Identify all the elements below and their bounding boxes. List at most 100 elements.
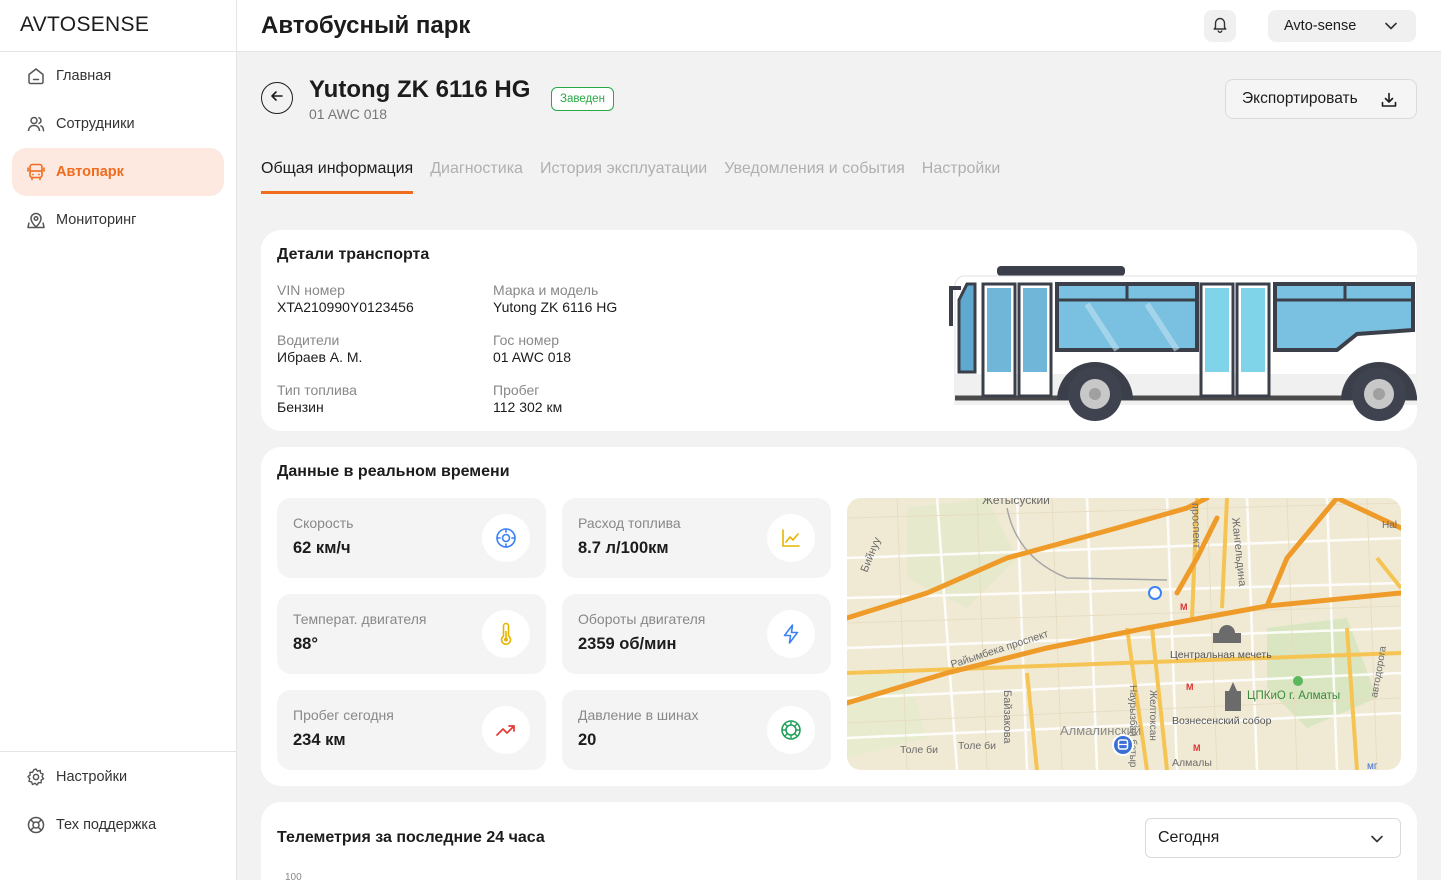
metric-speed: Скорость 62 км/ч: [277, 498, 546, 578]
lifebuoy-icon: [26, 815, 46, 835]
sidebar-item-employees[interactable]: Сотрудники: [12, 100, 224, 148]
metric-value: 2359 об/мин: [578, 635, 677, 653]
realtime-title: Данные в реальном времени: [277, 463, 510, 480]
sidebar: AVTOSENSE Главная Сотрудники Автопарк Мо…: [0, 0, 237, 880]
account-name: Avto-sense: [1284, 18, 1357, 34]
field-value: Ибраев А. М.: [277, 349, 363, 365]
notifications-button[interactable]: [1204, 10, 1236, 42]
sidebar-bottom-nav: Настройки Тех поддержка: [0, 751, 236, 849]
details-title: Детали транспорта: [277, 246, 430, 263]
vehicle-title: Yutong ZK 6116 HG: [309, 76, 531, 103]
sidebar-item-fleet[interactable]: Автопарк: [12, 148, 224, 196]
bus-icon: [26, 162, 46, 182]
tab-settings[interactable]: Настройки: [922, 160, 1000, 194]
map-label: ЦПКиО г. Алматы: [1247, 690, 1340, 702]
download-icon: [1380, 91, 1398, 114]
field-vin: VIN номер XTA210990Y0123456: [277, 282, 414, 315]
field-value: Бензин: [277, 399, 324, 415]
bus-illustration: [949, 266, 1417, 421]
map-pin-icon: [26, 210, 46, 230]
sidebar-item-label: Настройки: [56, 769, 128, 785]
field-label: VIN номер: [277, 282, 345, 298]
period-select[interactable]: Сегодня: [1145, 818, 1401, 858]
svg-text:M: M: [1180, 602, 1188, 612]
metric-value: 88°: [293, 635, 318, 653]
metric-label: Давление в шинах: [578, 707, 699, 723]
tabs: Общая информация Диагностика История экс…: [261, 160, 1017, 194]
sidebar-item-home[interactable]: Главная: [12, 52, 224, 100]
field-drivers: Водители Ибраев А. М.: [277, 332, 362, 365]
metric-tire-pressure: Давление в шинах 20: [562, 690, 831, 770]
field-model: Марка и модель Yutong ZK 6116 HG: [493, 282, 617, 315]
map-label: Толе би: [900, 744, 938, 756]
bell-icon: [1211, 15, 1229, 38]
tab-general[interactable]: Общая информация: [261, 160, 414, 194]
map-label: Алмалинский: [1060, 723, 1141, 738]
users-icon: [26, 114, 46, 134]
metric-mileage-today: Пробег сегодня 234 км: [277, 690, 546, 770]
thermometer-icon: [482, 610, 530, 658]
chevron-down-icon: [1370, 832, 1384, 851]
map-label: Hal: [1382, 520, 1397, 531]
tire-icon: [767, 706, 815, 754]
chevron-down-icon: [1384, 19, 1398, 37]
map-label: Толе би: [958, 740, 996, 752]
chart-line-icon: [767, 514, 815, 562]
field-label: Пробег: [493, 382, 540, 398]
field-value: XTA210990Y0123456: [277, 299, 414, 315]
metric-engine-temp: Температ. двигателя 88°: [277, 594, 546, 674]
home-icon: [26, 66, 46, 86]
metric-label: Расход топлива: [578, 515, 681, 531]
tab-notifications[interactable]: Уведомления и события: [724, 160, 905, 194]
field-label: Гос номер: [493, 332, 560, 348]
map-label: Байзакова: [1001, 690, 1013, 744]
metric-value: 62 км/ч: [293, 539, 351, 557]
gear-icon: [26, 767, 46, 787]
map-label: Желтоксан: [1147, 690, 1158, 741]
vehicle-plate: 01 AWC 018: [309, 106, 388, 122]
trend-up-icon: [482, 706, 530, 754]
field-value: 112 302 км: [493, 399, 563, 415]
lightning-icon: [767, 610, 815, 658]
map-label: Жетысуский: [982, 498, 1050, 507]
metric-label: Пробег сегодня: [293, 707, 394, 723]
telemetry-card: Телеметрия за последние 24 часа Сегодня …: [261, 802, 1417, 880]
field-mileage: Пробег 112 302 км: [493, 382, 562, 415]
export-button[interactable]: Экспортировать: [1225, 79, 1417, 119]
status-badge: Заведен: [551, 87, 614, 111]
svg-text:M: M: [1193, 743, 1201, 753]
svg-text:M: M: [1186, 682, 1194, 692]
map-label: Центральная мечеть: [1170, 649, 1272, 661]
tab-history[interactable]: История эксплуатации: [540, 160, 707, 194]
telemetry-title: Телеметрия за последние 24 часа: [277, 829, 545, 846]
back-button[interactable]: [261, 82, 293, 114]
top-bar: Автобусный парк Avto-sense: [237, 0, 1441, 52]
metric-value: 234 км: [293, 731, 346, 749]
map-label: Алмалы: [1172, 757, 1212, 769]
map-label: проспект: [1189, 503, 1203, 549]
app-logo[interactable]: AVTOSENSE: [0, 0, 236, 52]
map-label: мг: [1367, 761, 1378, 770]
metric-value: 20: [578, 731, 597, 749]
sidebar-nav: Главная Сотрудники Автопарк Мониторинг: [0, 52, 236, 244]
field-label: Тип топлива: [277, 382, 357, 398]
vehicle-location-map[interactable]: Жетысуский Бийнуу проспект Жангельдина Р…: [847, 498, 1401, 770]
tab-diagnostics[interactable]: Диагностика: [430, 160, 523, 194]
metric-value: 8.7 л/100км: [578, 539, 669, 557]
sidebar-item-monitoring[interactable]: Мониторинг: [12, 196, 224, 244]
account-dropdown[interactable]: Avto-sense: [1268, 10, 1416, 42]
vehicle-details-card: Детали транспорта VIN номер XTA210990Y01…: [261, 230, 1417, 431]
sidebar-item-support[interactable]: Тех поддержка: [12, 801, 224, 849]
sidebar-item-label: Автопарк: [56, 164, 124, 180]
sidebar-item-label: Главная: [56, 68, 112, 84]
metric-rpm: Обороты двигателя 2359 об/мин: [562, 594, 831, 674]
realtime-card: Данные в реальном времени Скорость 62 км…: [261, 447, 1417, 786]
map-label: Вознесенский собор: [1172, 715, 1272, 727]
sidebar-item-label: Тех поддержка: [56, 817, 157, 833]
metric-label: Температ. двигателя: [293, 611, 427, 627]
speedometer-icon: [482, 514, 530, 562]
period-value: Сегодня: [1158, 829, 1220, 846]
field-fuel-type: Тип топлива Бензин: [277, 382, 357, 415]
y-axis-tick: 100: [285, 872, 302, 880]
sidebar-item-settings[interactable]: Настройки: [12, 753, 224, 801]
